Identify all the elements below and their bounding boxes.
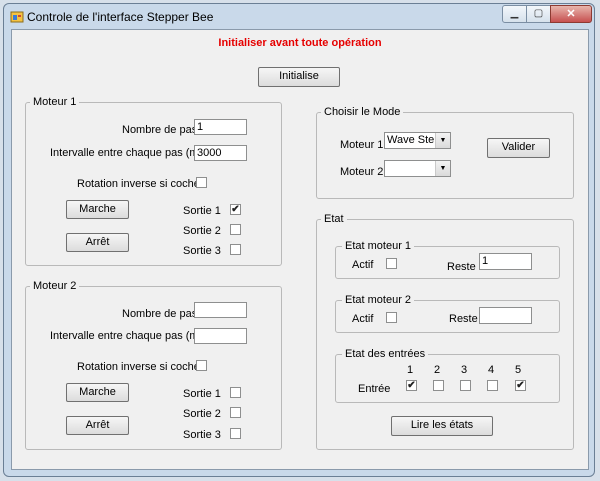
entree-4-checkbox[interactable] bbox=[487, 380, 498, 391]
chevron-down-icon[interactable]: ▼ bbox=[435, 161, 450, 176]
etat-moteur2-reste-label: Reste bbox=[449, 313, 478, 325]
moteur2-marche-button[interactable]: Marche bbox=[66, 383, 129, 402]
entree-2-checkbox[interactable] bbox=[433, 380, 444, 391]
etat-moteur2-title: Etat moteur 2 bbox=[342, 294, 415, 306]
app-window-icon bbox=[10, 11, 24, 23]
moteur2-intervalle-label: Intervalle entre chaque pas (ms) bbox=[50, 330, 208, 342]
moteur2-nb-pas-label: Nombre de pas bbox=[122, 308, 198, 320]
mode-moteur1-select[interactable]: Wave Step ▼ bbox=[384, 132, 451, 149]
moteur1-arret-button[interactable]: Arrêt bbox=[66, 233, 129, 252]
moteur1-sortie3-checkbox[interactable] bbox=[230, 244, 241, 255]
moteur1-sortie1-label: Sortie 1 bbox=[183, 205, 221, 217]
moteur1-group-title: Moteur 1 bbox=[30, 96, 80, 108]
lire-etats-button[interactable]: Lire les états bbox=[391, 416, 493, 436]
moteur1-marche-button[interactable]: Marche bbox=[66, 200, 129, 219]
etat-moteur2-actif-checkbox[interactable] bbox=[386, 312, 397, 323]
entree-1-label: 1 bbox=[407, 364, 414, 376]
etat-moteur1-actif-checkbox[interactable] bbox=[386, 258, 397, 269]
etat-moteur1-reste-label: Reste bbox=[447, 261, 476, 273]
moteur2-intervalle-input[interactable] bbox=[194, 328, 247, 344]
moteur2-nb-pas-input[interactable] bbox=[194, 302, 247, 318]
mode-moteur2-label: Moteur 2 bbox=[340, 166, 384, 178]
moteur1-sortie2-checkbox[interactable] bbox=[230, 224, 241, 235]
moteur1-intervalle-input[interactable]: 3000 bbox=[194, 145, 247, 161]
moteur1-intervalle-label: Intervalle entre chaque pas (ms) bbox=[50, 147, 208, 159]
mode-moteur1-value: Wave Step bbox=[387, 134, 441, 146]
moteur1-sortie1-checkbox[interactable]: ✔ bbox=[230, 204, 241, 215]
moteur2-sortie2-label: Sortie 2 bbox=[183, 408, 221, 420]
close-button[interactable]: ✕ bbox=[550, 5, 592, 23]
moteur2-rotation-checkbox[interactable] bbox=[196, 360, 207, 371]
moteur2-sortie2-checkbox[interactable] bbox=[230, 407, 241, 418]
moteur1-sortie2-label: Sortie 2 bbox=[183, 225, 221, 237]
moteur2-sortie3-label: Sortie 3 bbox=[183, 429, 221, 441]
moteur2-sortie1-checkbox[interactable] bbox=[230, 387, 241, 398]
moteur2-sortie3-checkbox[interactable] bbox=[230, 428, 241, 439]
mode-moteur2-select[interactable]: ▼ bbox=[384, 160, 451, 177]
entree-4-label: 4 bbox=[488, 364, 495, 376]
entree-3-checkbox[interactable] bbox=[460, 380, 471, 391]
entree-row-label: Entrée bbox=[358, 383, 391, 395]
etat-moteur1-title: Etat moteur 1 bbox=[342, 240, 415, 252]
entree-5-checkbox[interactable]: ✔ bbox=[515, 380, 526, 391]
maximize-button[interactable]: ▢ bbox=[526, 5, 551, 23]
etat-group-title: Etat bbox=[321, 213, 347, 225]
etat-moteur2-reste-field[interactable] bbox=[479, 307, 532, 324]
moteur2-rotation-label: Rotation inverse si coché bbox=[77, 361, 200, 373]
moteur1-sortie3-label: Sortie 3 bbox=[183, 245, 221, 257]
moteur2-sortie1-label: Sortie 1 bbox=[183, 388, 221, 400]
moteur1-nb-pas-input[interactable]: 1 bbox=[194, 119, 247, 135]
moteur1-rotation-checkbox[interactable] bbox=[196, 177, 207, 188]
moteur1-rotation-label: Rotation inverse si coché bbox=[77, 178, 200, 190]
etat-moteur1-actif-label: Actif bbox=[352, 259, 374, 271]
entree-3-label: 3 bbox=[461, 364, 468, 376]
entree-1-checkbox[interactable]: ✔ bbox=[406, 380, 417, 391]
valider-button[interactable]: Valider bbox=[487, 138, 550, 158]
window-title: Controle de l'interface Stepper Bee bbox=[27, 10, 214, 24]
etat-entrees-group bbox=[335, 354, 560, 403]
mode-moteur1-label: Moteur 1 bbox=[340, 139, 384, 151]
moteur2-group-title: Moteur 2 bbox=[30, 280, 80, 292]
minimize-button[interactable]: ▁ bbox=[502, 5, 527, 23]
etat-moteur1-reste-field[interactable]: 1 bbox=[479, 253, 532, 270]
moteur1-nb-pas-label: Nombre de pas bbox=[122, 124, 198, 136]
warning-message: Initialiser avant toute opération bbox=[218, 37, 382, 49]
moteur2-arret-button[interactable]: Arrêt bbox=[66, 416, 129, 435]
mode-group-title: Choisir le Mode bbox=[321, 106, 404, 118]
etat-entrees-title: Etat des entrées bbox=[342, 348, 429, 360]
chevron-down-icon[interactable]: ▼ bbox=[435, 133, 450, 148]
entree-5-label: 5 bbox=[515, 364, 522, 376]
etat-moteur2-actif-label: Actif bbox=[352, 313, 374, 325]
entree-2-label: 2 bbox=[434, 364, 441, 376]
initialise-button[interactable]: Initialise bbox=[258, 67, 340, 87]
